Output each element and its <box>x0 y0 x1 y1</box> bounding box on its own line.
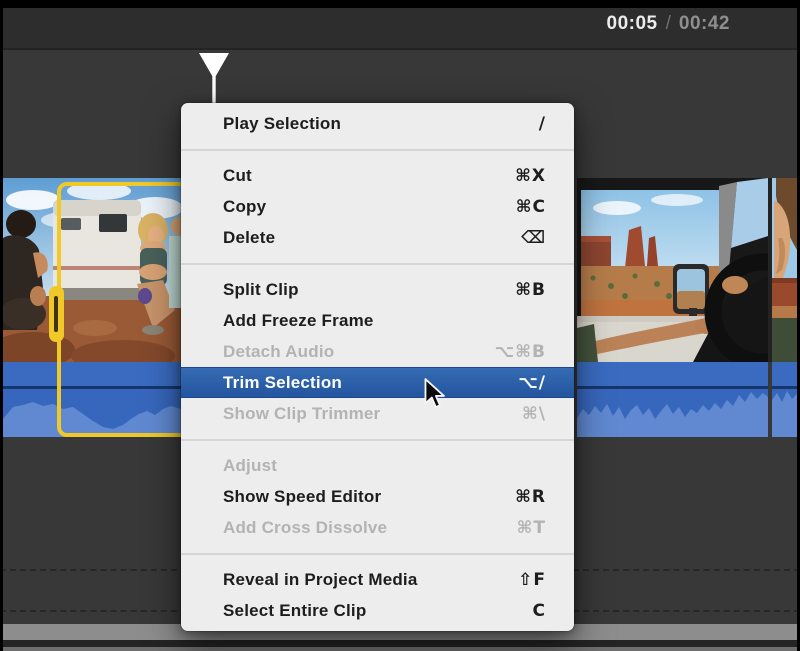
menu-separator <box>181 263 574 265</box>
timeline-clip-face[interactable] <box>772 178 797 437</box>
menu-item-add-freeze-frame[interactable]: Add Freeze Frame <box>181 305 574 336</box>
clip-thumbnail-driving <box>577 178 768 437</box>
menu-item-show-speed-editor[interactable]: Show Speed Editor ⌘R <box>181 481 574 512</box>
context-menu: Play Selection / Cut ⌘X Copy ⌘C Delete ⌫… <box>181 103 574 631</box>
frame-border-top <box>0 0 800 8</box>
timecode-current: 00:05 <box>607 13 658 35</box>
menu-item-delete[interactable]: Delete ⌫ <box>181 222 574 253</box>
menu-separator <box>181 149 574 151</box>
window-bottom-edge <box>0 647 800 651</box>
frame-border-left <box>0 0 3 651</box>
menu-item-select-entire-clip[interactable]: Select Entire Clip C <box>181 595 574 626</box>
trim-handle[interactable] <box>49 286 64 342</box>
side-mirror-illustration <box>673 264 709 322</box>
menu-item-cut[interactable]: Cut ⌘X <box>181 160 574 191</box>
menu-item-reveal-in-project-media[interactable]: Reveal in Project Media ⇧F <box>181 564 574 595</box>
audio-waveform-right <box>577 362 768 437</box>
menu-separator <box>181 439 574 441</box>
menu-separator <box>181 553 574 555</box>
timecode-total: 00:42 <box>679 13 730 35</box>
menu-item-show-clip-trimmer: Show Clip Trimmer ⌘\ <box>181 398 574 429</box>
menu-item-trim-selection[interactable]: Trim Selection ⌥/ <box>181 367 574 398</box>
clip-thumbnail-face <box>772 178 797 437</box>
menu-item-play-selection[interactable]: Play Selection / <box>181 108 574 139</box>
audio-waveform-face <box>772 362 797 437</box>
trim-handle-slot <box>54 296 58 332</box>
clip-boundary <box>768 178 772 362</box>
menu-item-adjust: Adjust <box>181 450 574 481</box>
menu-item-split-clip[interactable]: Split Clip ⌘B <box>181 274 574 305</box>
menu-item-add-cross-dissolve: Add Cross Dissolve ⌘T <box>181 512 574 543</box>
timeline-clip-driving[interactable] <box>577 178 768 437</box>
imovie-timeline-screenshot: 00:05 / 00:42 <box>0 0 800 651</box>
menu-item-detach-audio: Detach Audio ⌥⌘B <box>181 336 574 367</box>
timecode-separator: / <box>666 13 671 35</box>
playhead[interactable] <box>197 52 231 106</box>
timeline-bottom-edge <box>0 640 800 647</box>
menu-item-copy[interactable]: Copy ⌘C <box>181 191 574 222</box>
mouse-cursor <box>424 378 446 409</box>
